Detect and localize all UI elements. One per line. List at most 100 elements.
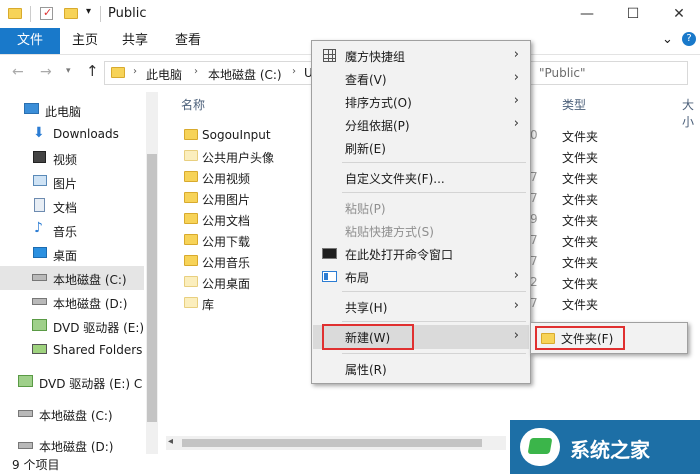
tab-share[interactable]: 共享 [110,28,160,54]
nav-item-pictures[interactable]: 图片 [0,170,144,194]
layout-icon [322,271,337,282]
breadcrumb-separator-icon: › [133,66,137,77]
menu-item-paste[interactable]: 粘贴(P) [313,196,529,219]
submenu-item-folder[interactable]: 文件夹(F) [537,328,623,348]
menu-separator [342,192,526,193]
nav-label: DVD 驱动器 (E:) [53,321,145,335]
tab-home[interactable]: 主页 [60,28,110,54]
file-type: 文件夹 [562,130,599,144]
cmd-icon [322,248,337,259]
nav-label: 本地磁盘 (D:) [53,297,128,311]
tab-file[interactable]: 文件 [0,28,60,54]
window-title: Public [108,6,147,21]
menu-item-customize-folder[interactable]: 自定义文件夹(F)... [313,166,529,189]
nav-item-dvd-e-root[interactable]: DVD 驱动器 (E:) C [0,370,144,394]
new-folder-quick-icon[interactable] [64,8,78,19]
folder-icon [184,129,198,140]
breadcrumb-local-disk-c[interactable]: 本地磁盘 (C:) [208,66,282,83]
menu-item-view[interactable]: 查看(V) › [313,67,529,90]
scrollbar-thumb[interactable] [182,439,482,447]
back-arrow-icon[interactable]: ← [12,64,24,80]
menu-item-refresh[interactable]: 刷新(E) [313,136,529,159]
nav-item-local-disk-d-root[interactable]: 本地磁盘 (D:) [0,434,144,454]
menu-item-sort-by[interactable]: 排序方式(O) › [313,90,529,113]
chevron-right-icon: › [513,70,519,85]
date-fragment: 7 [530,254,538,268]
menu-item-label: 查看(V) [345,73,387,87]
watermark-text: 系统之家 [570,438,650,462]
nav-item-documents[interactable]: 文档 [0,194,144,218]
chevron-right-icon: › [513,116,519,131]
nav-item-videos[interactable]: 视频 [0,146,144,170]
nav-label: 本地磁盘 (D:) [39,440,114,454]
search-input[interactable]: "Public" [516,61,688,85]
ribbon-expand-icon[interactable]: ⌄ [662,32,673,47]
customize-quick-access-icon[interactable]: ▾ [86,6,91,17]
close-button[interactable]: ✕ [656,0,700,28]
menu-item-share[interactable]: 共享(H) › [313,295,529,318]
help-icon[interactable]: ? [682,32,696,46]
recent-locations-icon[interactable]: ▾ [66,66,71,76]
menu-item-layout[interactable]: 布局 › [313,265,529,288]
nav-item-local-disk-c-root[interactable]: 本地磁盘 (C:) [0,402,144,426]
file-name: 库 [202,298,215,312]
nav-item-this-pc[interactable]: 此电脑 [0,98,144,122]
nav-item-desktop[interactable]: 桌面 [0,242,144,266]
folder-icon [184,276,198,287]
file-name: SogouInput [202,128,271,142]
item-count: 9 个项目 [12,458,60,472]
menu-item-paste-shortcut[interactable]: 粘贴快捷方式(S) [313,219,529,242]
properties-quick-icon[interactable]: ✓ [40,6,53,20]
nav-item-local-disk-c[interactable]: 本地磁盘 (C:) [0,266,144,290]
submenu-item-label: 文件夹(F) [561,332,614,346]
drive-icon [32,274,47,281]
up-arrow-icon[interactable]: ↑ [86,62,99,80]
watermark: 系统之家 [510,420,700,474]
context-menu: 魔方快捷组 › 查看(V) › 排序方式(O) › 分组依据(P) › 刷新(E… [311,40,531,384]
menu-item-label: 共享(H) [345,301,388,315]
menu-item-group-by[interactable]: 分组依据(P) › [313,113,529,136]
chevron-right-icon: › [513,328,519,343]
file-name: 公用下载 [202,235,251,249]
menu-item-open-command-window[interactable]: 在此处打开命令窗口 [313,242,529,265]
minimize-button[interactable]: — [564,0,610,28]
column-header-name[interactable]: 名称 [181,96,205,113]
grid-icon [323,49,336,62]
nav-label: Downloads [53,127,119,141]
nav-item-shared-folders[interactable]: Shared Folders [0,338,144,362]
tab-view[interactable]: 查看 [163,28,213,54]
folder-icon [184,171,198,182]
nav-item-local-disk-d[interactable]: 本地磁盘 (D:) [0,290,144,314]
folder-icon [184,297,198,308]
download-arrow-icon: ⬇ [33,125,45,141]
file-type: 文件夹 [562,151,599,165]
maximize-button[interactable]: ☐ [610,0,656,28]
folder-icon [111,67,125,78]
nav-item-dvd-e[interactable]: DVD 驱动器 (E:) [0,314,144,338]
column-header-type[interactable]: 类型 [562,96,586,113]
nav-item-music[interactable]: ♪ 音乐 [0,218,144,242]
file-name: 公用视频 [202,172,251,186]
folder-icon [184,192,198,203]
menu-item-mofang[interactable]: 魔方快捷组 › [313,44,529,67]
desktop-icon [33,247,47,258]
nav-item-downloads[interactable]: ⬇ Downloads [0,122,144,146]
search-placeholder: "Public" [539,66,586,80]
dvd-icon [32,319,47,331]
nav-label: 音乐 [53,225,78,239]
scroll-left-icon[interactable]: ◂ [168,436,173,447]
column-header-size[interactable]: 大小 [682,96,700,130]
file-name: 公用图片 [202,193,251,207]
menu-item-label: 分组依据(P) [345,119,410,133]
nav-scrollbar-thumb[interactable] [147,154,157,422]
menu-separator [342,291,526,292]
breadcrumb-this-pc[interactable]: 此电脑 [146,66,182,83]
nav-label: 桌面 [53,249,78,263]
date-fragment: 0 [530,128,538,142]
file-name: 公共用户头像 [202,151,275,165]
file-name: 公用文档 [202,214,251,228]
forward-arrow-icon[interactable]: → [40,64,52,80]
menu-item-properties[interactable]: 属性(R) [313,357,529,380]
folder-icon [184,213,198,224]
horizontal-scrollbar[interactable]: ◂ [166,436,506,450]
